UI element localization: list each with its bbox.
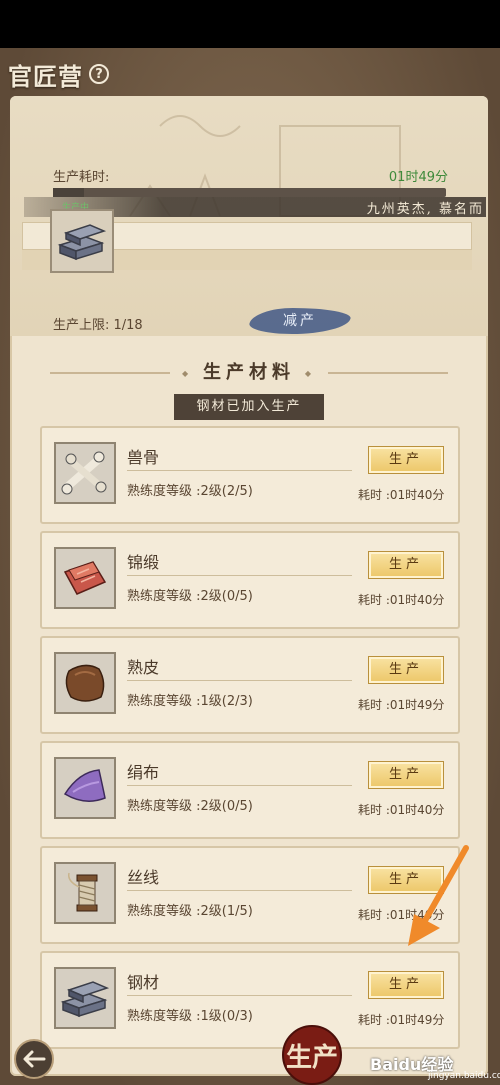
proficiency-level: 熟练度等级 :2级(0/5) [127, 585, 253, 604]
proficiency-label: 熟练度等级 : [127, 799, 201, 814]
produce-button[interactable]: 生产 [368, 551, 444, 579]
produce-button[interactable]: 生产 [368, 656, 444, 684]
watermark-url: jingyan.baidu.com [428, 1071, 500, 1081]
production-cost: 耗时 :01时40分 [358, 591, 444, 608]
proficiency-label: 熟练度等级 : [127, 694, 201, 709]
production-cost: 耗时 :01时40分 [358, 486, 444, 503]
proficiency-label: 熟练度等级 : [127, 589, 201, 604]
cost-label: 耗时 : [358, 803, 390, 817]
added-banner: 钢材已加入生产 [174, 394, 324, 420]
card-divider [127, 785, 352, 786]
cost-value: 01时49分 [389, 698, 445, 712]
production-cost: 耗时 :01时49分 [358, 1011, 444, 1028]
production-cost: 耗时 :01时40分 [358, 801, 444, 818]
game-screen: 官匠营 ? 生产耗时: 01时49分 生产中 九州英杰, 慕名而 生产上限: 1… [0, 48, 500, 1085]
reduce-production-button[interactable]: 减产 [247, 308, 353, 334]
proficiency-value: 2级(1/5) [200, 904, 253, 919]
proficiency-value: 1级(2/3) [200, 694, 253, 709]
divider-left [50, 372, 170, 374]
proficiency-label: 熟练度等级 : [127, 904, 201, 919]
production-progress-fill [53, 188, 85, 197]
back-button[interactable] [14, 1039, 54, 1079]
produce-button[interactable]: 生产 [368, 971, 444, 999]
cost-label: 耗时 : [358, 488, 390, 502]
material-name: 丝线 [127, 868, 160, 887]
marquee-text: 九州英杰, 慕名而 [366, 202, 484, 217]
production-time-value: 01时49分 [388, 170, 448, 185]
produce-button[interactable]: 生产 [368, 761, 444, 789]
reduce-label: 减产 [283, 313, 317, 329]
steel-ingot-icon [57, 224, 107, 261]
proficiency-value: 2级(2/5) [200, 484, 253, 499]
material-icon-frame [54, 862, 116, 924]
proficiency-level: 熟练度等级 :2级(2/5) [127, 480, 253, 499]
current-production-item[interactable] [50, 209, 114, 273]
produce-button[interactable]: 生产 [368, 446, 444, 474]
material-card: 绢布 熟练度等级 :2级(0/5) 生产 耗时 :01时40分 [40, 741, 460, 839]
material-icon-frame [54, 547, 116, 609]
proficiency-value: 2级(0/5) [200, 589, 253, 604]
card-divider [127, 890, 352, 891]
steel-ingot-icon [60, 981, 110, 1018]
leather-icon [65, 664, 105, 702]
material-card: 熟皮 熟练度等级 :1级(2/3) 生产 耗时 :01时49分 [40, 636, 460, 734]
cost-value: 01时49分 [389, 1013, 445, 1027]
back-arrow-icon [23, 1050, 46, 1068]
material-icon-frame [54, 757, 116, 819]
material-icon-frame [54, 652, 116, 714]
workshop-scene: 生产耗时: 01时49分 生产中 九州英杰, 慕名而 生产上限: 1/18 减产 [10, 96, 488, 336]
produce-seal-button[interactable]: 生产 [282, 1025, 342, 1085]
proficiency-label: 熟练度等级 : [127, 484, 201, 499]
card-divider [127, 680, 352, 681]
cost-value: 01时40分 [389, 803, 445, 817]
proficiency-value: 2级(0/5) [200, 799, 253, 814]
cost-label: 耗时 : [358, 908, 390, 922]
help-icon[interactable]: ? [89, 64, 109, 84]
material-icon-frame [54, 967, 116, 1029]
proficiency-label: 熟练度等级 : [127, 1009, 201, 1024]
cost-value: 01时40分 [389, 488, 445, 502]
proficiency-value: 1级(0/3) [200, 1009, 253, 1024]
thread-spool-icon [67, 872, 98, 912]
proficiency-level: 熟练度等级 :2级(1/5) [127, 900, 253, 919]
material-name: 锦缎 [127, 553, 160, 572]
production-cost: 耗时 :01时49分 [358, 696, 444, 713]
material-card: 锦缎 熟练度等级 :2级(0/5) 生产 耗时 :01时40分 [40, 531, 460, 629]
material-name: 绢布 [127, 763, 160, 782]
silk-cloth-icon [63, 769, 106, 802]
card-divider [127, 575, 352, 576]
page-title: 官匠营 [8, 61, 83, 91]
production-progress-bar [53, 188, 446, 197]
card-divider [127, 470, 352, 471]
material-name: 兽骨 [127, 448, 160, 467]
divider-right [328, 372, 448, 374]
proficiency-level: 熟练度等级 :1级(0/3) [127, 1005, 253, 1024]
section-title: 生产材料 [174, 358, 324, 388]
brocade-icon [63, 561, 107, 595]
production-time-label: 生产耗时: [53, 170, 110, 185]
proficiency-level: 熟练度等级 :1级(2/3) [127, 690, 253, 709]
footer: 生产 Baidu经验 jingyan.baidu.com [0, 1025, 500, 1085]
bone-icon [61, 451, 107, 495]
proficiency-level: 熟练度等级 :2级(0/5) [127, 795, 253, 814]
material-icon-frame [54, 442, 116, 504]
cost-label: 耗时 : [358, 593, 390, 607]
material-name: 熟皮 [127, 658, 160, 677]
cost-label: 耗时 : [358, 1013, 390, 1027]
cost-label: 耗时 : [358, 698, 390, 712]
section-header: 生产材料 [10, 358, 488, 388]
material-card: 兽骨 熟练度等级 :2级(2/5) 生产 耗时 :01时40分 [40, 426, 460, 524]
cost-value: 01时40分 [389, 593, 445, 607]
production-limit: 生产上限: 1/18 [53, 318, 143, 333]
arrow-annotation-icon [408, 845, 469, 946]
title-bar: 官匠营 ? [8, 54, 109, 94]
card-divider [127, 995, 352, 996]
material-name: 钢材 [127, 973, 160, 992]
material-card: 丝线 熟练度等级 :2级(1/5) 生产 耗时 :01时40分 [40, 846, 460, 944]
